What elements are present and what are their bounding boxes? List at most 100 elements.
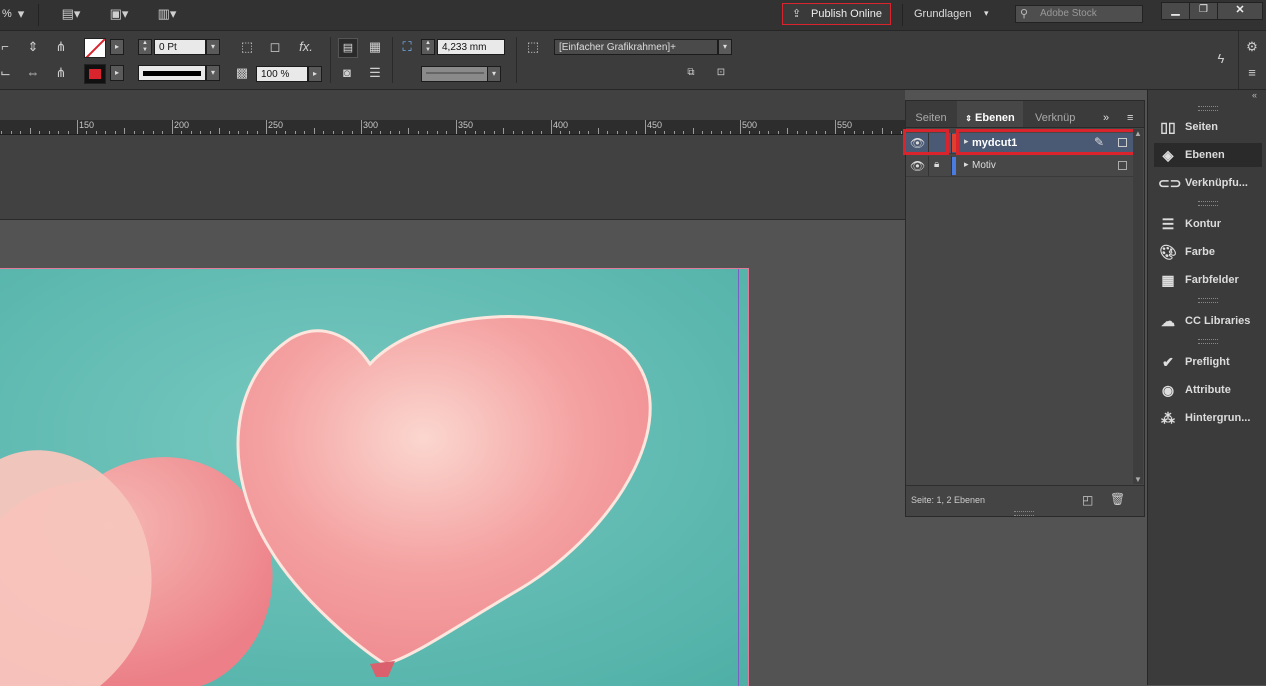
scroll-up-icon[interactable]: ▲ <box>1134 129 1142 138</box>
dock-item-cc-libraries[interactable]: ☁︎ CC Libraries <box>1154 309 1262 333</box>
screen-mode-icon[interactable]: ▣▾ <box>104 6 134 22</box>
workspace-switcher[interactable]: Grundlagen <box>914 8 972 20</box>
stroke-type-select[interactable] <box>138 65 206 81</box>
select-container-icon[interactable]: ⋔ <box>52 39 70 55</box>
eye-icon[interactable]: 👁︎ <box>910 159 925 173</box>
dock-item-attributes[interactable]: ◉ Attribute <box>1154 378 1262 402</box>
collapse-dock-icon[interactable]: « <box>1252 90 1257 100</box>
stroke-weight-field[interactable]: 0 Pt <box>154 39 206 55</box>
dock-item-links[interactable]: ⊂⊃ Verknüpfu... <box>1154 171 1262 195</box>
offset-stepper[interactable]: ▲ ▼ <box>421 39 435 55</box>
layer-name[interactable]: Motiv <box>972 160 996 171</box>
resize-grip[interactable] <box>1198 298 1218 303</box>
stroke-swatch-none[interactable] <box>84 64 106 84</box>
redefine-style-icon[interactable]: ⊡ <box>710 65 732 81</box>
ruler-label: 500 <box>742 120 758 130</box>
text-wrap-none-icon[interactable]: ▤ <box>338 38 358 58</box>
ruler-tick <box>569 131 570 134</box>
stock-search-input[interactable]: ⚲ Adobe Stock <box>1015 5 1143 23</box>
offset-field[interactable]: 4,233 mm <box>437 39 505 55</box>
ruler-tick <box>551 120 552 134</box>
flip-vertical-icon[interactable]: ⇕ <box>24 39 42 55</box>
dock-item-pages[interactable]: ▯▯ Seiten <box>1154 115 1262 139</box>
flip-horizontal-icon[interactable]: ⇔ <box>24 65 42 81</box>
chevron-down-icon[interactable]: ▾ <box>718 39 732 55</box>
stroke-menu-arrow[interactable]: ▸ <box>110 65 124 81</box>
chevron-down-icon[interactable]: ▾ <box>16 6 26 22</box>
ruler-tick <box>200 131 201 134</box>
gear-icon[interactable]: ⚙ <box>1243 39 1261 55</box>
layer-row[interactable]: 👁︎ 🔒︎ ▸ Motiv <box>906 156 1136 177</box>
drop-shadow-icon[interactable]: ◻ <box>266 39 284 55</box>
resize-grip[interactable] <box>1014 511 1034 516</box>
object-style-select[interactable]: [Einfacher Grafikrahmen]+ <box>554 39 718 55</box>
chevron-down-icon[interactable]: ▾ <box>984 8 989 19</box>
tab-layers[interactable]: ⇕ Ebenen <box>957 101 1023 127</box>
frame-fitting-icon[interactable]: ⛶ <box>398 39 416 55</box>
resize-grip[interactable] <box>1198 106 1218 111</box>
expand-triangle-icon[interactable]: ▸ <box>964 159 969 170</box>
select-content-icon[interactable]: ⋔ <box>52 65 70 81</box>
dock-item-background-tasks[interactable]: ⁂ Hintergrun... <box>1154 406 1262 430</box>
new-layer-icon[interactable]: ◰ <box>1082 493 1093 507</box>
trash-icon[interactable]: 🗑︎ <box>1110 492 1125 506</box>
dock-item-color[interactable]: 🎨︎ Farbe <box>1154 240 1262 264</box>
close-button[interactable]: ✕ <box>1217 2 1263 20</box>
dock-item-preflight[interactable]: ✔︎ Preflight <box>1154 350 1262 374</box>
panel-menu-icon[interactable]: ≡ <box>1243 65 1261 81</box>
panel-scrollbar[interactable]: ▲ ▼ <box>1133 129 1143 484</box>
minimize-button[interactable]: ▁ <box>1161 2 1190 20</box>
corner-options-icon[interactable]: ⬚ <box>238 39 256 55</box>
ruler-tick <box>49 131 50 134</box>
view-options-icon[interactable]: ▤▾ <box>56 6 86 22</box>
ruler-tick <box>68 131 69 134</box>
ruler-label: 400 <box>553 120 569 130</box>
tab-links[interactable]: Verknüp <box>1035 101 1085 127</box>
preflight-icon: ✔︎ <box>1162 354 1174 370</box>
panel-menu-icon[interactable]: ≡ <box>1127 101 1141 127</box>
resize-grip[interactable] <box>1198 339 1218 344</box>
horizontal-ruler[interactable]: 150 200 250 300 350 400 450 500 550 <box>0 120 905 135</box>
stroke-weight-stepper[interactable]: ▲ ▼ <box>138 39 152 55</box>
ruler-tick <box>816 131 817 134</box>
text-wrap-bounding-icon[interactable]: ▦ <box>366 39 384 55</box>
clear-overrides-icon[interactable]: ⧉ <box>680 65 702 81</box>
reference-point-icon[interactable]: ⌐ <box>0 39 10 55</box>
stroke-style-preview <box>426 72 484 74</box>
ruler-tick <box>58 131 59 134</box>
restore-button[interactable]: ❐ <box>1189 2 1218 20</box>
fill-swatch-none[interactable] <box>84 38 106 58</box>
dock-item-layers[interactable]: ◈ Ebenen <box>1154 143 1262 167</box>
placed-image-frame[interactable] <box>0 268 749 686</box>
text-wrap-shape-icon[interactable]: ◙ <box>338 65 356 81</box>
ruler-tick <box>749 131 750 134</box>
chevron-down-icon[interactable]: ▾ <box>206 65 220 81</box>
fill-menu-arrow[interactable]: ▸ <box>110 39 124 55</box>
heart-balloons-image <box>0 269 748 686</box>
zoom-percent[interactable]: % <box>2 8 12 20</box>
selection-square-icon[interactable] <box>1118 161 1127 170</box>
ruler-label: 550 <box>837 120 853 130</box>
chevron-down-icon[interactable]: ▾ <box>487 66 501 82</box>
effects-fx-icon[interactable]: fx. <box>296 39 316 55</box>
tab-layers-label: Ebenen <box>975 112 1015 124</box>
tab-pages[interactable]: Seiten <box>906 101 956 127</box>
reference-point-icon[interactable]: ⌙ <box>0 65 11 81</box>
lightning-icon[interactable]: ϟ <box>1212 51 1230 67</box>
resize-grip[interactable] <box>1198 201 1218 206</box>
opacity-field[interactable]: 100 % <box>256 66 308 82</box>
scroll-down-icon[interactable]: ▼ <box>1134 475 1142 484</box>
chevron-down-icon[interactable]: ▾ <box>206 39 220 55</box>
dock-item-stroke[interactable]: ☰ Kontur <box>1154 212 1262 236</box>
publish-online-button[interactable]: ⇪ Publish Online <box>782 3 891 25</box>
panel-expand-icon[interactable]: » <box>1103 101 1117 127</box>
text-wrap-jump-icon[interactable]: ☰ <box>366 65 384 81</box>
lock-icon[interactable]: 🔒︎ <box>934 159 939 170</box>
ruler-label: 200 <box>174 120 190 130</box>
arrange-documents-icon[interactable]: ▥▾ <box>152 6 182 22</box>
opacity-menu-arrow[interactable]: ▸ <box>308 66 322 82</box>
links-icon: ⊂⊃ <box>1158 175 1182 191</box>
layers-icon: ◈ <box>1162 147 1174 163</box>
dock-item-swatches[interactable]: ▦ Farbfelder <box>1154 268 1262 292</box>
ruler-tick <box>513 131 514 134</box>
